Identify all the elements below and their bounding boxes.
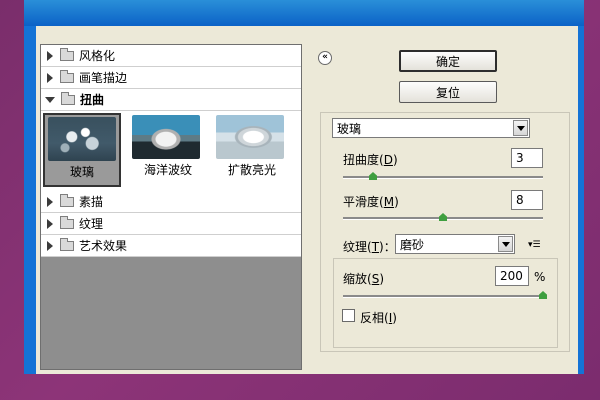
collapse-gallery-icon[interactable]: « <box>318 51 332 65</box>
category-label: 纹理 <box>79 217 104 231</box>
category-artistic[interactable]: 艺术效果 <box>41 235 301 257</box>
distortion-input[interactable]: 3 <box>511 148 543 168</box>
thumbnail-image <box>216 115 284 159</box>
distortion-label: 扭曲度(D) <box>343 153 398 167</box>
folder-icon <box>60 237 74 251</box>
category-distort[interactable]: 扭曲 <box>41 89 301 111</box>
scaling-slider-track[interactable] <box>343 295 543 298</box>
scaling-label: 缩放(S) <box>343 272 385 286</box>
reset-button[interactable]: 复位 <box>399 81 497 103</box>
category-stylize[interactable]: 风格化 <box>41 45 301 67</box>
category-label: 画笔描边 <box>79 71 128 85</box>
category-label: 扭曲 <box>80 93 105 107</box>
filter-select[interactable]: 玻璃 <box>332 118 530 138</box>
scaling-unit: % <box>534 270 546 284</box>
ok-button[interactable]: 确定 <box>399 50 497 72</box>
dropdown-arrow-icon[interactable] <box>498 236 513 252</box>
invert-checkbox[interactable] <box>342 309 355 322</box>
folder-icon <box>60 47 74 61</box>
folder-icon <box>60 193 74 207</box>
smoothness-label: 平滑度(M) <box>343 195 399 209</box>
scaling-input[interactable]: 200 <box>495 266 529 286</box>
thumbnail-diffuse-glow[interactable]: 扩散亮光 <box>213 113 291 187</box>
dropdown-arrow-icon[interactable] <box>513 120 528 136</box>
category-label: 素描 <box>79 195 104 209</box>
smoothness-input[interactable]: 8 <box>511 190 543 210</box>
category-label: 艺术效果 <box>79 239 128 253</box>
texture-menu-icon[interactable]: ▾☰ <box>528 240 544 250</box>
texture-select[interactable]: 磨砂 <box>395 234 515 254</box>
invert-label: 反相(I) <box>360 311 397 325</box>
expand-arrow-icon[interactable] <box>47 196 53 207</box>
window-titlebar <box>24 0 584 26</box>
window-border-right <box>578 26 584 374</box>
texture-select-value: 磨砂 <box>400 237 425 252</box>
thumbnail-label: 玻璃 <box>69 165 94 179</box>
category-label: 风格化 <box>79 49 116 63</box>
thumbnail-label: 海洋波纹 <box>143 163 192 177</box>
thumbnail-ocean-ripple[interactable]: 海洋波纹 <box>129 113 207 187</box>
expand-arrow-icon[interactable] <box>47 240 53 251</box>
folder-icon <box>61 91 75 105</box>
expand-arrow-icon[interactable] <box>47 218 53 229</box>
category-brush-strokes[interactable]: 画笔描边 <box>41 67 301 89</box>
texture-label: 纹理(T)： <box>343 240 396 254</box>
folder-icon <box>60 215 74 229</box>
distort-thumbnails: 玻璃 海洋波纹 扩散亮光 <box>41 111 301 191</box>
expand-arrow-icon[interactable] <box>47 50 53 61</box>
thumbnail-glass[interactable]: 玻璃 <box>43 113 121 187</box>
thumbnail-image <box>48 117 116 161</box>
expand-arrow-icon[interactable] <box>47 72 53 83</box>
filter-select-value: 玻璃 <box>337 121 362 136</box>
thumbnail-label: 扩散亮光 <box>227 163 276 177</box>
folder-icon <box>60 69 74 83</box>
thumbnail-image <box>132 115 200 159</box>
collapse-arrow-icon[interactable] <box>45 96 55 103</box>
category-texture[interactable]: 纹理 <box>41 213 301 235</box>
filter-gallery: 风格化 画笔描边 扭曲 玻璃 海洋波纹 扩散亮光 素描 纹理 艺术效果 <box>40 44 302 370</box>
category-sketch[interactable]: 素描 <box>41 191 301 213</box>
